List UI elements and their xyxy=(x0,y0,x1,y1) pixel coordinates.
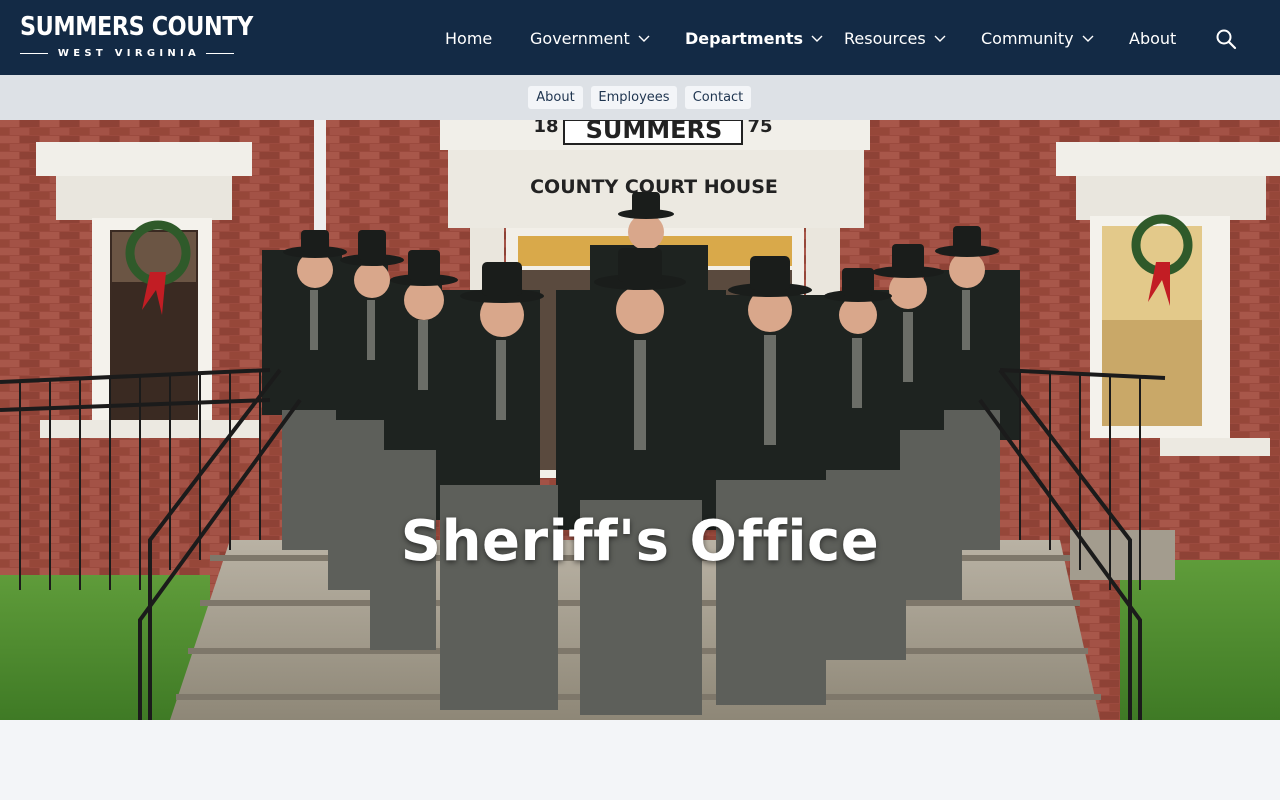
nav-government[interactable]: Government xyxy=(530,26,650,50)
subnav-contact[interactable]: Contact xyxy=(685,86,751,109)
subnav-about[interactable]: About xyxy=(528,86,583,109)
hero-photo: SUMMERS 18 75 COUNTY COURT HOUSE xyxy=(0,120,1280,720)
logo-subtitle-row: WEST VIRGINIA xyxy=(20,45,234,61)
logo-rule-left xyxy=(20,52,48,54)
subnav-employees[interactable]: Employees xyxy=(591,86,677,109)
chevron-down-icon xyxy=(934,35,946,42)
nav-home[interactable]: Home xyxy=(445,26,492,50)
subnav-bar: About Employees Contact xyxy=(0,75,1280,120)
nav-resources-label: Resources xyxy=(844,28,926,48)
hero-sign-summers: SUMMERS xyxy=(586,120,723,144)
nav-departments[interactable]: Departments xyxy=(685,26,823,50)
site-logo[interactable]: SUMMERS COUNTY WEST VIRGINIA xyxy=(20,12,253,62)
site-header: SUMMERS COUNTY WEST VIRGINIA Home Govern… xyxy=(0,0,1280,75)
svg-text:18: 18 xyxy=(533,120,558,137)
nav-about-label: About xyxy=(1129,28,1177,48)
logo-rule-right xyxy=(206,52,234,54)
logo-title: SUMMERS COUNTY xyxy=(20,12,253,42)
nav-home-label: Home xyxy=(445,28,493,48)
nav-community-label: Community xyxy=(981,28,1074,48)
search-icon[interactable] xyxy=(1215,28,1237,50)
page-content-area xyxy=(0,720,1280,800)
nav-departments-label: Departments xyxy=(685,28,804,48)
svg-text:75: 75 xyxy=(747,120,772,137)
chevron-down-icon xyxy=(811,35,823,42)
nav-community[interactable]: Community xyxy=(981,26,1094,50)
chevron-down-icon xyxy=(638,35,650,42)
hero-banner: SUMMERS 18 75 COUNTY COURT HOUSE Sheriff… xyxy=(0,120,1280,720)
chevron-down-icon xyxy=(1082,35,1094,42)
page-title: Sheriff's Office xyxy=(400,509,880,574)
nav-resources[interactable]: Resources xyxy=(844,26,946,50)
nav-about[interactable]: About xyxy=(1129,26,1176,50)
nav-government-label: Government xyxy=(530,28,630,48)
logo-subtitle: WEST VIRGINIA xyxy=(57,47,201,59)
